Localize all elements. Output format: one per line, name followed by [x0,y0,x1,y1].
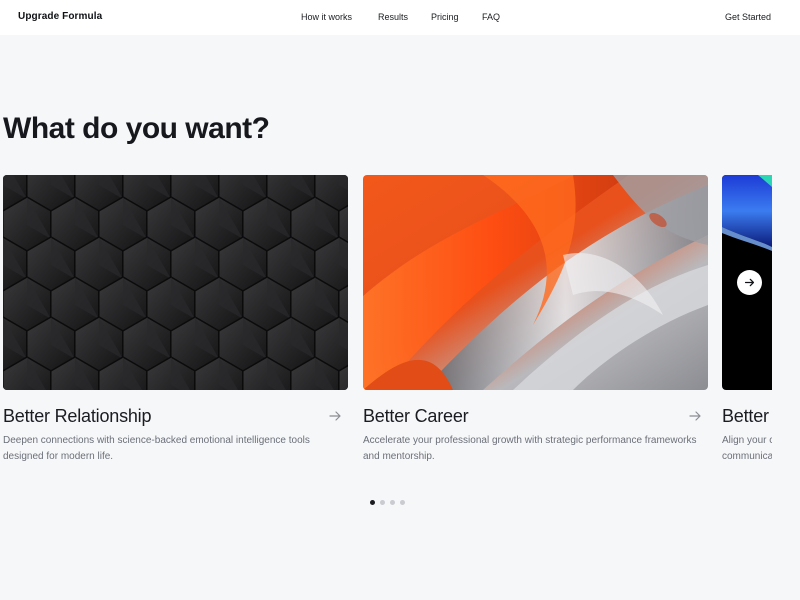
card-better-relationship[interactable]: Better Relationship Deepen connections w… [3,175,348,475]
pagination-dot[interactable] [400,500,405,505]
card-better-partial[interactable]: Better Align your c communica [722,175,772,475]
nav-how-it-works[interactable]: How it works [301,12,352,22]
card-image-relationship [3,175,348,390]
site-header: Upgrade Formula How it works Results Pri… [0,0,800,35]
pagination-dot[interactable] [370,500,375,505]
page-headline: What do you want? [3,112,270,145]
arrow-right-icon [744,278,755,287]
get-started-link[interactable]: Get Started [725,12,771,22]
card-title: Better Career [363,406,469,426]
carousel-pagination [370,500,405,505]
card-title: Better [722,406,769,426]
carousel-next-button[interactable] [737,270,762,295]
card-title: Better Relationship [3,406,152,426]
arrow-right-icon[interactable] [688,409,702,423]
brand-logo[interactable]: Upgrade Formula [18,11,102,22]
card-description: Deepen connections with science-backed e… [3,435,310,462]
pagination-dot[interactable] [380,500,385,505]
nav-faq[interactable]: FAQ [482,12,500,22]
card-better-career[interactable]: Better Career Accelerate your profession… [363,175,708,475]
nav-pricing[interactable]: Pricing [431,12,459,22]
card-description: Accelerate your professional growth with… [363,435,697,462]
nav-results[interactable]: Results [378,12,408,22]
pagination-dot[interactable] [390,500,395,505]
card-image-career [363,175,708,390]
arrow-right-icon[interactable] [328,409,342,423]
card-description: Align your c communica [722,435,772,462]
